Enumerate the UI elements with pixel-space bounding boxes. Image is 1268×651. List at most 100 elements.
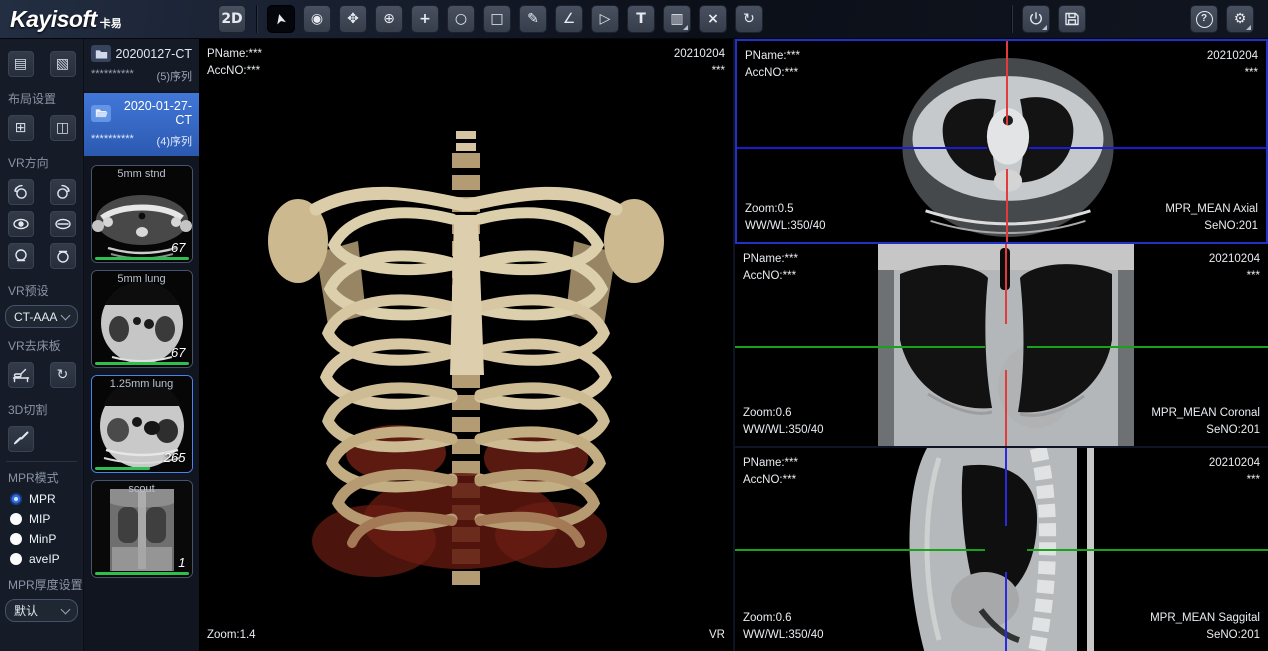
zoom-icon: ⊕	[383, 12, 395, 26]
tool-delete-annotation[interactable]: ×	[700, 6, 726, 32]
thumbnail-label: 5mm stnd	[92, 168, 192, 180]
report-panel-icon: ▧	[56, 56, 69, 72]
coronal-crosshair-vertical[interactable]	[1005, 370, 1007, 446]
axial-crosshair-horizontal[interactable]	[737, 147, 987, 149]
angle-icon: ∠	[563, 12, 576, 26]
grid-layout-icon: ⊞	[15, 120, 27, 136]
help-button[interactable]: ?	[1191, 6, 1217, 32]
vr-study-overlay: 20210204 ***	[674, 46, 725, 80]
study-patient-masked: **********	[91, 133, 134, 149]
sagittal-crosshair-horizontal[interactable]	[735, 549, 985, 551]
power-button[interactable]	[1023, 6, 1049, 32]
vr-preset-label: VR预设	[0, 275, 83, 302]
layout-grid-button[interactable]: ⊞	[8, 115, 34, 141]
bed-reset-button[interactable]: ↻	[50, 362, 76, 388]
mpr-mode-option-aveip[interactable]: aveIP	[0, 549, 83, 569]
series-thumbnail[interactable]: 5mm stnd 67	[91, 165, 193, 263]
tool-zoom[interactable]: ⊕	[376, 6, 402, 32]
thumbnail-progress-bar	[95, 572, 189, 575]
vr-top-view-icon	[12, 247, 30, 265]
study-series-count: (4)序列	[157, 133, 192, 149]
vr-preset-value: CT-AAA	[14, 310, 57, 324]
tool-reset-view[interactable]: ↻	[736, 6, 762, 32]
sagittal-crosshair-horizontal[interactable]	[1027, 549, 1268, 551]
save-button[interactable]	[1059, 6, 1085, 32]
vr-direction-label: VR方向	[0, 147, 83, 174]
vr-top-view-button[interactable]	[8, 243, 34, 269]
masked-value: ***	[1209, 268, 1260, 285]
series-thumbnail[interactable]: 5mm lung 67	[91, 270, 193, 368]
vr-rotate-right-icon	[54, 183, 72, 201]
axial-crosshair-horizontal[interactable]	[1029, 147, 1266, 149]
tool-wwwl-presets[interactable]: ▥	[664, 6, 690, 32]
vr-preset-select[interactable]: CT-AAA	[5, 305, 78, 328]
sagittal-zoom-overlay: Zoom:0.6 WW/WL:350/40	[743, 610, 824, 644]
toolbar-divider	[1011, 5, 1012, 33]
vr-back-view-button[interactable]	[50, 211, 76, 237]
mpr-mode-option-minp[interactable]: MinP	[0, 529, 83, 549]
scout-thumb-image	[92, 481, 192, 577]
axial-viewport[interactable]: PName:*** AccNO:*** 20210204 *** Zoom:0.…	[735, 39, 1268, 244]
coronal-crosshair-vertical[interactable]	[1005, 244, 1007, 324]
sagittal-viewport[interactable]: PName:*** AccNO:*** 20210204 *** Zoom:0.…	[735, 448, 1268, 651]
vr-rotate-left-button[interactable]	[8, 179, 34, 205]
scalpel-button[interactable]	[8, 426, 34, 452]
tool-angle[interactable]: ∠	[556, 6, 582, 32]
reset-rotate-icon: ↻	[743, 12, 755, 26]
split-layout-icon: ◫	[56, 120, 69, 136]
vr-front-view-icon	[12, 215, 30, 233]
tool-text-annotation[interactable]: T	[628, 6, 654, 32]
zoom-level: Zoom:0.6	[743, 610, 824, 627]
report-panel-button[interactable]: ▧	[50, 51, 76, 77]
axial-crosshair-vertical[interactable]	[1006, 41, 1008, 125]
mpr-mode-option-mip[interactable]: MIP	[0, 509, 83, 529]
brand-text: Kayisoft	[10, 6, 97, 33]
coronal-patient-overlay: PName:*** AccNO:***	[743, 251, 798, 285]
brand-suffix-text: 卡易	[100, 15, 122, 31]
patient-name: PName:***	[743, 251, 798, 268]
settings-button[interactable]: ⚙	[1227, 6, 1253, 32]
study-item-selected[interactable]: 2020-01-27-CT ********** (4)序列	[84, 93, 199, 156]
study-item[interactable]: 20200127-CT ********** (5)序列	[84, 39, 199, 91]
tool-cine-scroll[interactable]: ◉	[304, 6, 330, 32]
cursor-icon: ➤	[273, 12, 290, 27]
tool-ellipse-roi[interactable]: ○	[448, 6, 474, 32]
axial-crosshair-vertical[interactable]	[1006, 169, 1008, 242]
vr-bottom-view-button[interactable]	[50, 243, 76, 269]
app-logo: Kayisoft 卡易	[0, 6, 214, 33]
coronal-crosshair-horizontal[interactable]	[1027, 346, 1268, 348]
vr-rotate-right-button[interactable]	[50, 179, 76, 205]
top-toolbar: Kayisoft 卡易 2D ➤ ◉ ✥ ⊕ + ○ □ ✎ ∠ ▷ T ▥ ×…	[0, 0, 1268, 39]
tool-pan[interactable]: ✥	[340, 6, 366, 32]
wwwl-presets-icon: ▥	[670, 12, 683, 26]
tool-crosshair[interactable]: +	[412, 6, 438, 32]
thumbnail-image-count: 67	[171, 345, 185, 360]
zoom-level: Zoom:1.4	[207, 627, 256, 644]
mpr-mode-option-mpr[interactable]: MPR	[0, 489, 83, 509]
tool-arrow-annotation[interactable]: ▷	[592, 6, 618, 32]
thumbnail-progress-bar	[95, 362, 189, 365]
left-sidebar: ▤ ▧ 布局设置 ⊞ ◫ VR方向	[0, 39, 84, 651]
vr-viewport[interactable]: PName:*** AccNO:*** 20210204 *** Zoom:1.…	[199, 39, 733, 651]
info-panel-button[interactable]: ▤	[8, 51, 34, 77]
sagittal-crosshair-vertical[interactable]	[1005, 572, 1007, 651]
tool-measure-line[interactable]: ✎	[520, 6, 546, 32]
coronal-viewport[interactable]: PName:*** AccNO:*** 20210204 *** Zoom:0.…	[735, 244, 1268, 448]
tool-mode-2d[interactable]: 2D	[219, 6, 245, 32]
plane-label: MPR_MEAN Axial	[1165, 201, 1258, 218]
radio-selected-icon	[10, 493, 22, 505]
layout-split-button[interactable]: ◫	[50, 115, 76, 141]
remove-bed-button[interactable]	[8, 362, 34, 388]
vr-front-view-button[interactable]	[8, 211, 34, 237]
plane-label: MPR_MEAN Saggital	[1150, 610, 1260, 627]
series-thumbnail[interactable]: scout 1	[91, 480, 193, 578]
vr-rotate-left-icon	[12, 183, 30, 201]
tool-cursor[interactable]: ➤	[268, 6, 294, 32]
coronal-crosshair-horizontal[interactable]	[735, 346, 985, 348]
vr-zoom-overlay: Zoom:1.4	[207, 627, 256, 644]
mpr-thickness-select[interactable]: 默认	[5, 599, 78, 622]
series-thumbnail-selected[interactable]: 1.25mm lung 265	[91, 375, 193, 473]
tool-rect-roi[interactable]: □	[484, 6, 510, 32]
study-date: 20210204	[674, 46, 725, 63]
sagittal-crosshair-vertical[interactable]	[1005, 448, 1007, 526]
